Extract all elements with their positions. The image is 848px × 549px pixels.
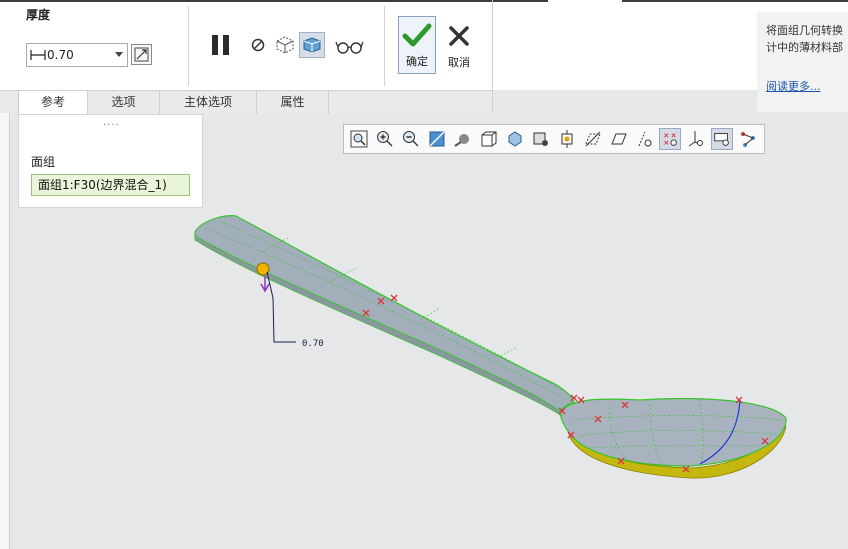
refit-icon[interactable] [348, 128, 370, 150]
graphics-toolbar [343, 124, 765, 154]
panel-grip[interactable]: .... [103, 117, 120, 128]
checkmark-icon [402, 23, 432, 47]
sketch-display-icon[interactable] [737, 128, 759, 150]
axis-display-icon[interactable] [608, 128, 630, 150]
dimension-value[interactable]: 0.70 [302, 339, 324, 349]
close-icon [449, 26, 469, 46]
annotation-display-icon[interactable] [685, 128, 707, 150]
quilt-collector[interactable]: 面组1:F30(边界混合_1) [31, 174, 190, 196]
thickness-group: 厚度 0.70 [0, 0, 188, 90]
glasses-icon [335, 41, 364, 54]
quilt-label: 面组 [31, 155, 56, 169]
tab-references[interactable]: 参考 [18, 91, 88, 114]
help-text: 将面组几何转换 计中的薄材料部 [766, 24, 843, 54]
flip-direction-button[interactable] [131, 44, 152, 65]
point-display-icon[interactable] [634, 128, 656, 150]
plane-display-icon[interactable] [582, 128, 604, 150]
no-preview-icon [251, 38, 265, 52]
no-preview-button[interactable] [245, 32, 271, 58]
csys-display-icon[interactable] [659, 128, 681, 150]
verify-button[interactable] [299, 32, 325, 58]
flip-icon [134, 47, 149, 62]
dimension-icon [30, 50, 46, 60]
saved-orientations-icon[interactable] [478, 128, 500, 150]
thickness-value[interactable]: 0.70 [47, 48, 74, 62]
cancel-button-label: 取消 [448, 56, 470, 69]
spoon-handle-surface [194, 215, 575, 413]
tab-options[interactable]: 选项 [88, 91, 160, 114]
pause-icon [212, 35, 229, 55]
ok-button[interactable]: 确定 [398, 16, 436, 74]
annotation-plane-icon[interactable] [711, 128, 733, 150]
help-panel: 将面组几何转换 计中的薄材料部 阅读更多... [757, 12, 848, 112]
model-tree-edge[interactable] [0, 113, 10, 549]
zoom-in-icon[interactable] [374, 128, 396, 150]
dashboard-tabs: 参考 选项 主体选项 属性 [0, 90, 492, 114]
glasses-button[interactable] [334, 33, 366, 59]
display-style-icon[interactable] [452, 128, 474, 150]
pause-button[interactable] [208, 32, 234, 58]
cancel-button[interactable]: 取消 [440, 16, 478, 74]
read-more-link[interactable]: 阅读更多... [766, 78, 821, 94]
thickness-label: 厚度 [26, 8, 51, 22]
preview-icon [276, 36, 294, 54]
verify-icon [303, 37, 321, 53]
repaint-icon[interactable] [426, 128, 448, 150]
chevron-down-icon[interactable] [115, 52, 123, 57]
ok-button-label: 确定 [406, 55, 428, 68]
references-panel: .... 面组 面组1:F30(边界混合_1) [18, 114, 203, 208]
spin-center-icon[interactable] [556, 128, 578, 150]
zoom-out-icon[interactable] [400, 128, 422, 150]
thickness-combobox[interactable]: 0.70 [26, 43, 128, 67]
preview-button[interactable] [272, 32, 298, 58]
tab-body-options[interactable]: 主体选项 [160, 91, 257, 114]
ribbon: 厚度 0.70 确定 取消 将面组几何转换 计中的薄材料部 阅读更多... [0, 0, 848, 113]
perspective-icon[interactable] [530, 128, 552, 150]
view-manager-icon[interactable] [504, 128, 526, 150]
tab-properties[interactable]: 属性 [257, 91, 329, 114]
